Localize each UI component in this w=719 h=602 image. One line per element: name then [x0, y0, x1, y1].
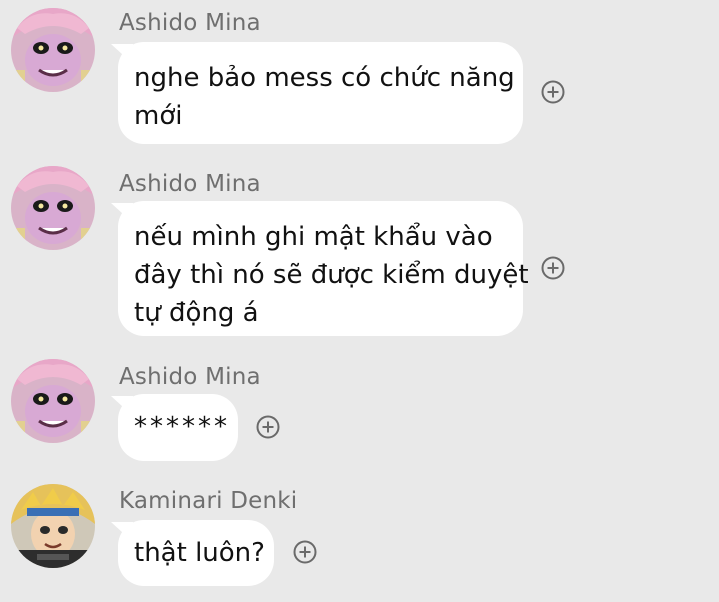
message-bubble[interactable]: nghe bảo mess có chức năng mới	[118, 42, 523, 144]
message-bubble[interactable]: thật luôn?	[118, 520, 274, 586]
avatar-kaminari-denki[interactable]	[11, 484, 95, 568]
sender-name: Kaminari Denki	[119, 488, 298, 514]
add-reaction-icon[interactable]	[541, 80, 565, 104]
message-text-line: nghe bảo mess có chức năng	[134, 63, 515, 93]
sender-name: Ashido Mina	[119, 171, 261, 197]
avatar-ashido-mina[interactable]	[11, 166, 95, 250]
sender-name: Ashido Mina	[119, 10, 261, 36]
add-reaction-icon[interactable]	[293, 540, 317, 564]
sender-name: Ashido Mina	[119, 364, 261, 390]
avatar-ashido-mina[interactable]	[11, 359, 95, 443]
message-bubble[interactable]: nếu mình ghi mật khẩu vào đây thì nó sẽ …	[118, 201, 529, 336]
message-bubble[interactable]: ******	[118, 394, 238, 461]
message-text-line: tự động á	[134, 298, 259, 328]
add-reaction-icon[interactable]	[256, 415, 280, 439]
add-reaction-icon[interactable]	[541, 256, 565, 280]
message-text-line: đây thì nó sẽ được kiểm duyệt	[134, 260, 529, 290]
message-text-line: nếu mình ghi mật khẩu vào	[134, 222, 493, 252]
message-text-line: mới	[134, 101, 183, 131]
avatar-ashido-mina[interactable]	[11, 8, 95, 92]
message-text-line: ******	[134, 412, 230, 442]
message-text-line: thật luôn?	[134, 538, 265, 568]
